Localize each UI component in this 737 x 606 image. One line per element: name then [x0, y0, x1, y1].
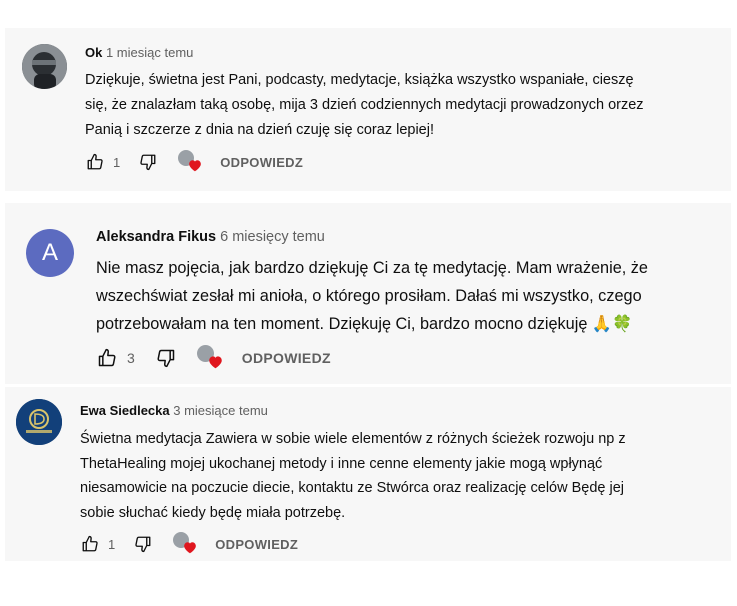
author-name[interactable]: Ok [85, 45, 102, 60]
thumbs-up-icon [87, 153, 103, 170]
reply-button[interactable]: ODPOWIEDZ [220, 155, 303, 170]
like-count: 3 [127, 350, 135, 366]
dislike-button[interactable] [133, 534, 153, 554]
reply-button[interactable]: ODPOWIEDZ [215, 537, 298, 552]
creator-heart [196, 345, 225, 371]
dislike-button[interactable] [155, 347, 177, 369]
heart-icon [189, 160, 202, 172]
like-button[interactable] [80, 534, 100, 554]
comment-text: Nie masz pojęcia, jak bardzo dziękuję Ci… [96, 259, 648, 333]
heart-icon [209, 356, 222, 369]
like-button[interactable] [96, 347, 118, 369]
like-count: 1 [108, 536, 116, 552]
thumbs-down-icon [135, 536, 151, 553]
comment-card: Ok 1 miesiąc temu Dziękuje, świetna jest… [5, 28, 731, 191]
comment-actions: 1 ODPOWIEDZ [80, 532, 298, 556]
reply-button[interactable]: ODPOWIEDZ [242, 350, 331, 366]
logo-avatar-icon [16, 399, 62, 445]
comment-time[interactable]: 1 miesiąc temu [106, 45, 193, 60]
author-name[interactable]: Aleksandra Fikus [96, 229, 216, 245]
author-avatar[interactable] [22, 44, 67, 89]
comment-card: A Aleksandra Fikus 6 miesięcy temu Nie m… [5, 203, 731, 384]
like-count: 1 [113, 154, 121, 170]
comment-header: Ewa Siedlecka 3 miesiące temu [80, 403, 268, 418]
author-avatar[interactable] [16, 399, 62, 445]
comment-header: Aleksandra Fikus 6 miesięcy temu [96, 229, 325, 245]
thumbs-up-icon [98, 348, 116, 367]
comment-header: Ok 1 miesiąc temu [85, 45, 193, 60]
creator-heart [178, 150, 204, 174]
dislike-button[interactable] [138, 152, 158, 172]
avatar-letter: A [41, 239, 58, 266]
comment-actions: 1 ODPOWIEDZ [85, 150, 303, 174]
comment-actions: 3 ODPOWIEDZ [96, 345, 331, 371]
comment-time[interactable]: 3 miesiące temu [173, 403, 268, 418]
creator-heart [173, 532, 199, 556]
thumbs-down-icon [140, 154, 156, 171]
thumbs-up-icon [82, 535, 98, 552]
like-button[interactable] [85, 152, 105, 172]
ninja-avatar-icon [22, 44, 67, 89]
author-name[interactable]: Ewa Siedlecka [80, 403, 170, 418]
comment-time[interactable]: 6 miesięcy temu [220, 229, 325, 245]
comment-card: Ewa Siedlecka 3 miesiące temu Świetna me… [5, 387, 731, 561]
thumbs-down-icon [157, 349, 175, 368]
comment-text: Dziękuje, świetna jest Pani, podcasty, m… [85, 72, 644, 138]
author-avatar[interactable]: A [26, 229, 74, 277]
heart-icon [184, 542, 197, 554]
comment-text: Świetna medytacja Zawiera w sobie wiele … [80, 431, 626, 521]
